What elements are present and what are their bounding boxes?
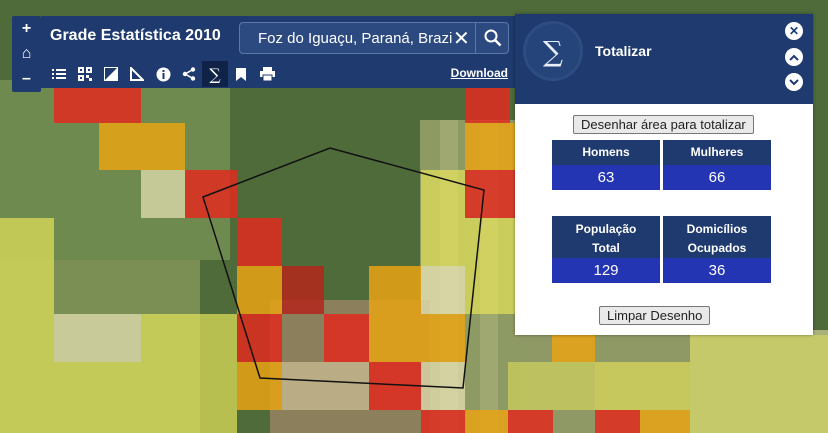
panel-header: ∑ Totalizar ✕ (515, 14, 813, 104)
search-box[interactable]: Foz do Iguaçu, Paraná, Brazil (Cidade) ✕ (239, 22, 509, 54)
stat-domicilios: Domicílios Ocupados 36 (663, 216, 771, 283)
stat-label: População (575, 222, 637, 236)
toolbar: ∑ Download (41, 60, 515, 88)
clear-drawing-button[interactable]: Limpar Desenho (599, 306, 711, 325)
clear-search-icon[interactable]: ✕ (453, 26, 470, 51)
stat-label: Total (592, 241, 620, 255)
qr-icon[interactable] (72, 61, 98, 87)
zoom-in-button[interactable]: + (22, 20, 31, 38)
stat-label: Domicílios (686, 222, 748, 236)
stat-value: 129 (552, 258, 660, 283)
totalizar-panel: ∑ Totalizar ✕ Desenhar área para totaliz… (515, 14, 813, 335)
panel-title: Totalizar (595, 43, 652, 59)
stat-label: Mulheres (663, 140, 771, 165)
stat-value: 63 (552, 165, 660, 190)
close-icon[interactable]: ✕ (785, 22, 803, 40)
bookmark-icon[interactable] (228, 61, 254, 87)
chevron-up-icon[interactable] (785, 48, 803, 66)
stat-value: 66 (663, 165, 771, 190)
search-icon (484, 29, 502, 47)
print-icon[interactable] (254, 61, 280, 87)
stat-value: 36 (663, 258, 771, 283)
stat-homens: Homens 63 (552, 140, 660, 190)
measure-icon[interactable] (124, 61, 150, 87)
download-link[interactable]: Download (451, 66, 508, 80)
sigma-icon[interactable]: ∑ (202, 61, 228, 87)
stat-label: Homens (552, 140, 660, 165)
search-button[interactable] (475, 23, 510, 53)
app-title: Grade Estatística 2010 (50, 27, 221, 44)
stat-populacao: População Total 129 (552, 216, 660, 283)
stat-mulheres: Mulheres 66 (663, 140, 771, 190)
share-icon[interactable] (176, 61, 202, 87)
draw-area-button[interactable]: Desenhar área para totalizar (573, 115, 754, 134)
chevron-down-icon[interactable] (785, 73, 803, 91)
zoom-out-button[interactable]: – (22, 70, 31, 88)
app-header: Grade Estatística 2010 Foz do Iguaçu, Pa… (41, 16, 515, 60)
stat-label: Ocupados (687, 241, 747, 255)
list-icon[interactable] (46, 61, 72, 87)
home-button[interactable]: ⌂ (22, 45, 32, 63)
search-input[interactable]: Foz do Iguaçu, Paraná, Brazil (Cidade) (258, 30, 453, 47)
zoom-control: + ⌂ – (12, 16, 41, 92)
basemap-icon[interactable] (98, 61, 124, 87)
info-icon[interactable] (150, 61, 176, 87)
sigma-icon: ∑ (523, 21, 583, 81)
